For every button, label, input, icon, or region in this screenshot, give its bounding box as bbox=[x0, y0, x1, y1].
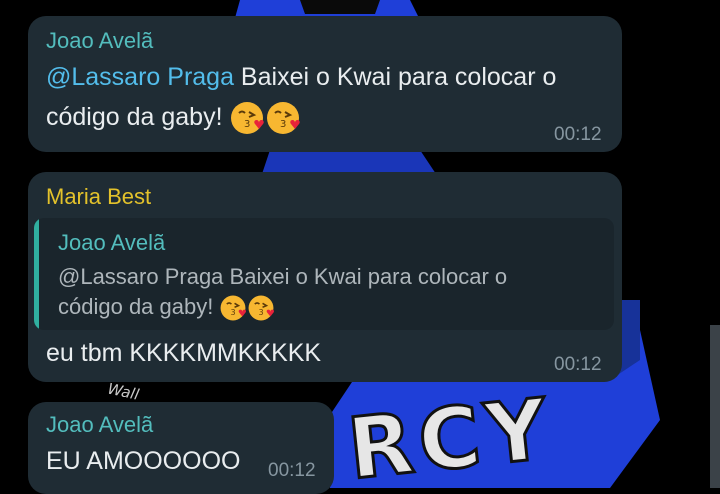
quoted-text: @Lassaro Praga Baixei o Kwai para coloca… bbox=[58, 262, 507, 322]
message-timestamp: 00:12 bbox=[268, 460, 316, 481]
kissing-heart-emoji: 3 bbox=[265, 100, 301, 136]
quoted-text-line-2: código da gaby! 3 3 bbox=[58, 292, 507, 322]
message-sender[interactable]: Joao Avelã bbox=[46, 412, 153, 438]
message-text: EU AMOOOOOO bbox=[46, 447, 241, 475]
message-text-line-2: código da gaby! 3 3 bbox=[46, 98, 301, 136]
message-text: código da gaby! bbox=[46, 103, 230, 131]
message-sender[interactable]: Joao Avelã bbox=[46, 28, 153, 54]
svg-text:3: 3 bbox=[259, 308, 264, 317]
quoted-text-line-2-text: código da gaby! bbox=[58, 294, 220, 319]
message-text: eu tbm KKKKMMKKKKK bbox=[46, 339, 322, 367]
message-text: Baixei o Kwai para colocar o bbox=[233, 63, 557, 91]
quoted-text-line-1: @Lassaro Praga Baixei o Kwai para coloca… bbox=[58, 264, 508, 289]
mention-link[interactable]: @Lassaro Praga bbox=[46, 63, 234, 91]
quoted-sender: Joao Avelã bbox=[58, 230, 166, 255]
kissing-heart-emoji: 3 bbox=[219, 294, 247, 322]
wallpaper-tag-text: Wall bbox=[106, 380, 141, 404]
quote-accent-bar bbox=[34, 218, 39, 330]
svg-text:3: 3 bbox=[244, 119, 250, 130]
message-sender[interactable]: Maria Best bbox=[46, 184, 151, 210]
message-bubble-1[interactable]: Joao Avelã @Lassaro Praga Baixei o Kwai … bbox=[28, 16, 622, 152]
message-timestamp: 00:12 bbox=[554, 354, 602, 375]
svg-text:3: 3 bbox=[280, 119, 286, 130]
message-timestamp: 00:12 bbox=[554, 124, 602, 145]
message-text-line-1: @Lassaro Praga Baixei o Kwai para coloca… bbox=[46, 58, 556, 96]
kissing-heart-emoji: 3 bbox=[229, 100, 265, 136]
message-bubble-2[interactable]: Maria Best Joao Avelã @Lassaro Praga Bai… bbox=[28, 172, 622, 382]
message-bubble-3[interactable]: Joao Avelã EU AMOOOOOO 00:12 bbox=[28, 402, 334, 494]
kissing-heart-emoji: 3 bbox=[247, 294, 275, 322]
svg-text:3: 3 bbox=[231, 308, 236, 317]
quoted-message[interactable]: Joao Avelã @Lassaro Praga Baixei o Kwai … bbox=[34, 218, 614, 330]
